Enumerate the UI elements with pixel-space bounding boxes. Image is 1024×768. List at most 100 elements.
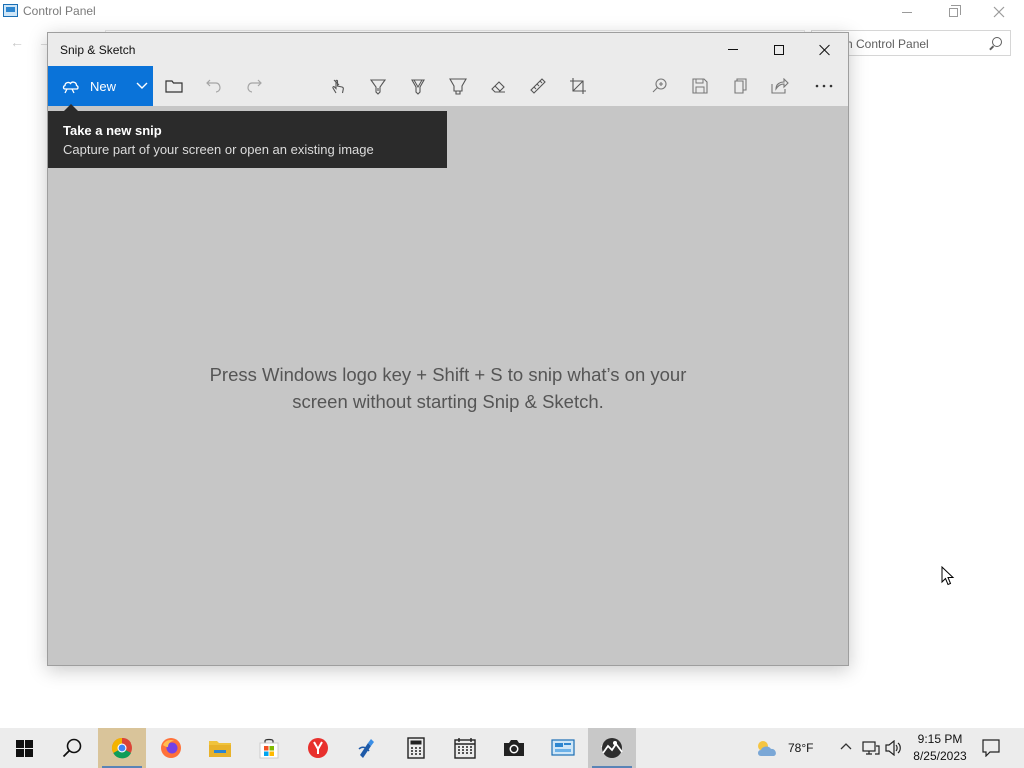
- yandex-browser-icon: [308, 738, 328, 758]
- hint-line-2: screen without starting Snip & Sketch.: [292, 391, 604, 412]
- redo-icon: [247, 79, 262, 93]
- minimize-icon: [902, 11, 912, 13]
- redo-button[interactable]: [244, 76, 264, 96]
- camera-icon: [504, 740, 524, 756]
- zoom-icon: [652, 78, 667, 93]
- cp-minimize-button[interactable]: [884, 0, 930, 24]
- network-icon[interactable]: [862, 740, 880, 756]
- new-snip-icon: [62, 81, 79, 94]
- weather-cloudy-icon[interactable]: [754, 737, 780, 759]
- taskbar-snip-and-sketch[interactable]: [588, 728, 636, 768]
- zoom-button[interactable]: [650, 76, 670, 96]
- taskbar-calculator[interactable]: [392, 728, 440, 768]
- taskbar-chrome[interactable]: [98, 728, 146, 768]
- file-explorer-icon: [209, 741, 231, 757]
- tooltip-description: Capture part of your screen or open an e…: [63, 142, 374, 157]
- tooltip-title: Take a new snip: [63, 123, 162, 138]
- control-panel-title: Control Panel: [23, 4, 96, 18]
- minimize-icon: [728, 49, 738, 50]
- weather-temperature[interactable]: 78°F: [788, 741, 813, 755]
- back-arrow-icon[interactable]: ←: [10, 34, 24, 50]
- app-icon: [358, 739, 374, 758]
- new-snip-tooltip: Take a new snip Capture part of your scr…: [48, 104, 447, 168]
- open-folder-icon: [165, 80, 183, 93]
- taskbar: 78°F 9:15 PM 8/25/2023: [0, 728, 1024, 768]
- close-button[interactable]: [802, 33, 848, 66]
- canvas-hint: Press Windows logo key + Shift + S to sn…: [198, 361, 698, 415]
- share-button[interactable]: [770, 76, 790, 96]
- maximize-button[interactable]: [756, 33, 802, 66]
- mouse-cursor-icon: [941, 566, 955, 586]
- ballpoint-pen-icon: [369, 79, 387, 95]
- calculator-icon: [407, 737, 425, 759]
- start-button[interactable]: [0, 728, 48, 768]
- close-icon: [819, 44, 831, 56]
- search-placeholder: h Control Panel: [846, 37, 929, 51]
- cp-close-button[interactable]: [976, 0, 1022, 24]
- new-snip-main[interactable]: New: [48, 66, 130, 106]
- more-icon: [815, 84, 833, 88]
- crop-button[interactable]: [568, 76, 588, 96]
- microsoft-store-icon: [259, 738, 279, 759]
- chevron-up-icon[interactable]: [840, 742, 852, 750]
- undo-button[interactable]: [204, 76, 224, 96]
- hint-line-1: Press Windows logo key + Shift + S to sn…: [209, 364, 687, 385]
- snip-and-sketch-icon: [601, 738, 623, 758]
- control-panel-titlebar: Control Panel: [0, 0, 1024, 24]
- firefox-icon: [161, 738, 181, 758]
- window-title: Snip & Sketch: [60, 43, 136, 57]
- minimize-button[interactable]: [710, 33, 756, 66]
- calendar-icon: [454, 738, 476, 759]
- ruler-icon: [530, 78, 546, 94]
- more-button[interactable]: [814, 76, 834, 96]
- copy-icon: [734, 78, 747, 94]
- close-icon: [993, 6, 1005, 18]
- control-panel-icon: [551, 739, 575, 756]
- new-snip-button[interactable]: New: [48, 66, 153, 106]
- taskbar-camera[interactable]: [490, 728, 538, 768]
- ruler-button[interactable]: [528, 76, 548, 96]
- notifications-icon[interactable]: [982, 739, 1000, 757]
- highlighter-icon: [449, 78, 467, 95]
- new-label: New: [90, 78, 117, 94]
- toolbar: New: [48, 66, 848, 106]
- titlebar: Snip & Sketch: [48, 33, 848, 66]
- windows-start-icon: [15, 739, 33, 757]
- ballpoint-pen-button[interactable]: [368, 76, 388, 96]
- clock-date: 8/25/2023: [913, 749, 967, 763]
- open-file-button[interactable]: [164, 76, 184, 96]
- taskbar-search-button[interactable]: [48, 728, 96, 768]
- save-button[interactable]: [690, 76, 710, 96]
- undo-icon: [206, 79, 221, 93]
- chevron-down-icon: [136, 82, 147, 89]
- taskbar-file-explorer[interactable]: [196, 728, 244, 768]
- touch-writing-icon: [332, 79, 344, 94]
- chrome-icon: [111, 737, 132, 759]
- save-icon: [692, 78, 708, 94]
- search-icon: [992, 37, 1002, 47]
- volume-icon[interactable]: [885, 740, 903, 756]
- restore-icon: [948, 4, 961, 17]
- taskbar-firefox[interactable]: [147, 728, 195, 768]
- cp-restore-button[interactable]: [930, 0, 976, 24]
- eraser-button[interactable]: [488, 76, 508, 96]
- touch-writing-button[interactable]: [328, 76, 348, 96]
- taskbar-app[interactable]: [343, 728, 391, 768]
- taskbar-microsoft-store[interactable]: [245, 728, 293, 768]
- system-clock[interactable]: 9:15 PM 8/25/2023: [908, 731, 972, 765]
- new-snip-dropdown[interactable]: [130, 66, 153, 106]
- eraser-icon: [491, 81, 505, 93]
- highlighter-button[interactable]: [448, 76, 468, 96]
- taskbar-calendar[interactable]: [441, 728, 489, 768]
- pencil-button[interactable]: [408, 76, 428, 96]
- copy-button[interactable]: [730, 76, 750, 96]
- clock-time: 9:15 PM: [917, 732, 963, 746]
- taskbar-yandex-browser[interactable]: [294, 728, 342, 768]
- share-icon: [771, 78, 789, 94]
- taskbar-control-panel[interactable]: [539, 728, 587, 768]
- search-icon: [62, 738, 82, 758]
- crop-icon: [570, 78, 586, 94]
- pencil-icon: [411, 79, 425, 95]
- control-panel-icon: [3, 4, 18, 17]
- maximize-icon: [774, 44, 784, 55]
